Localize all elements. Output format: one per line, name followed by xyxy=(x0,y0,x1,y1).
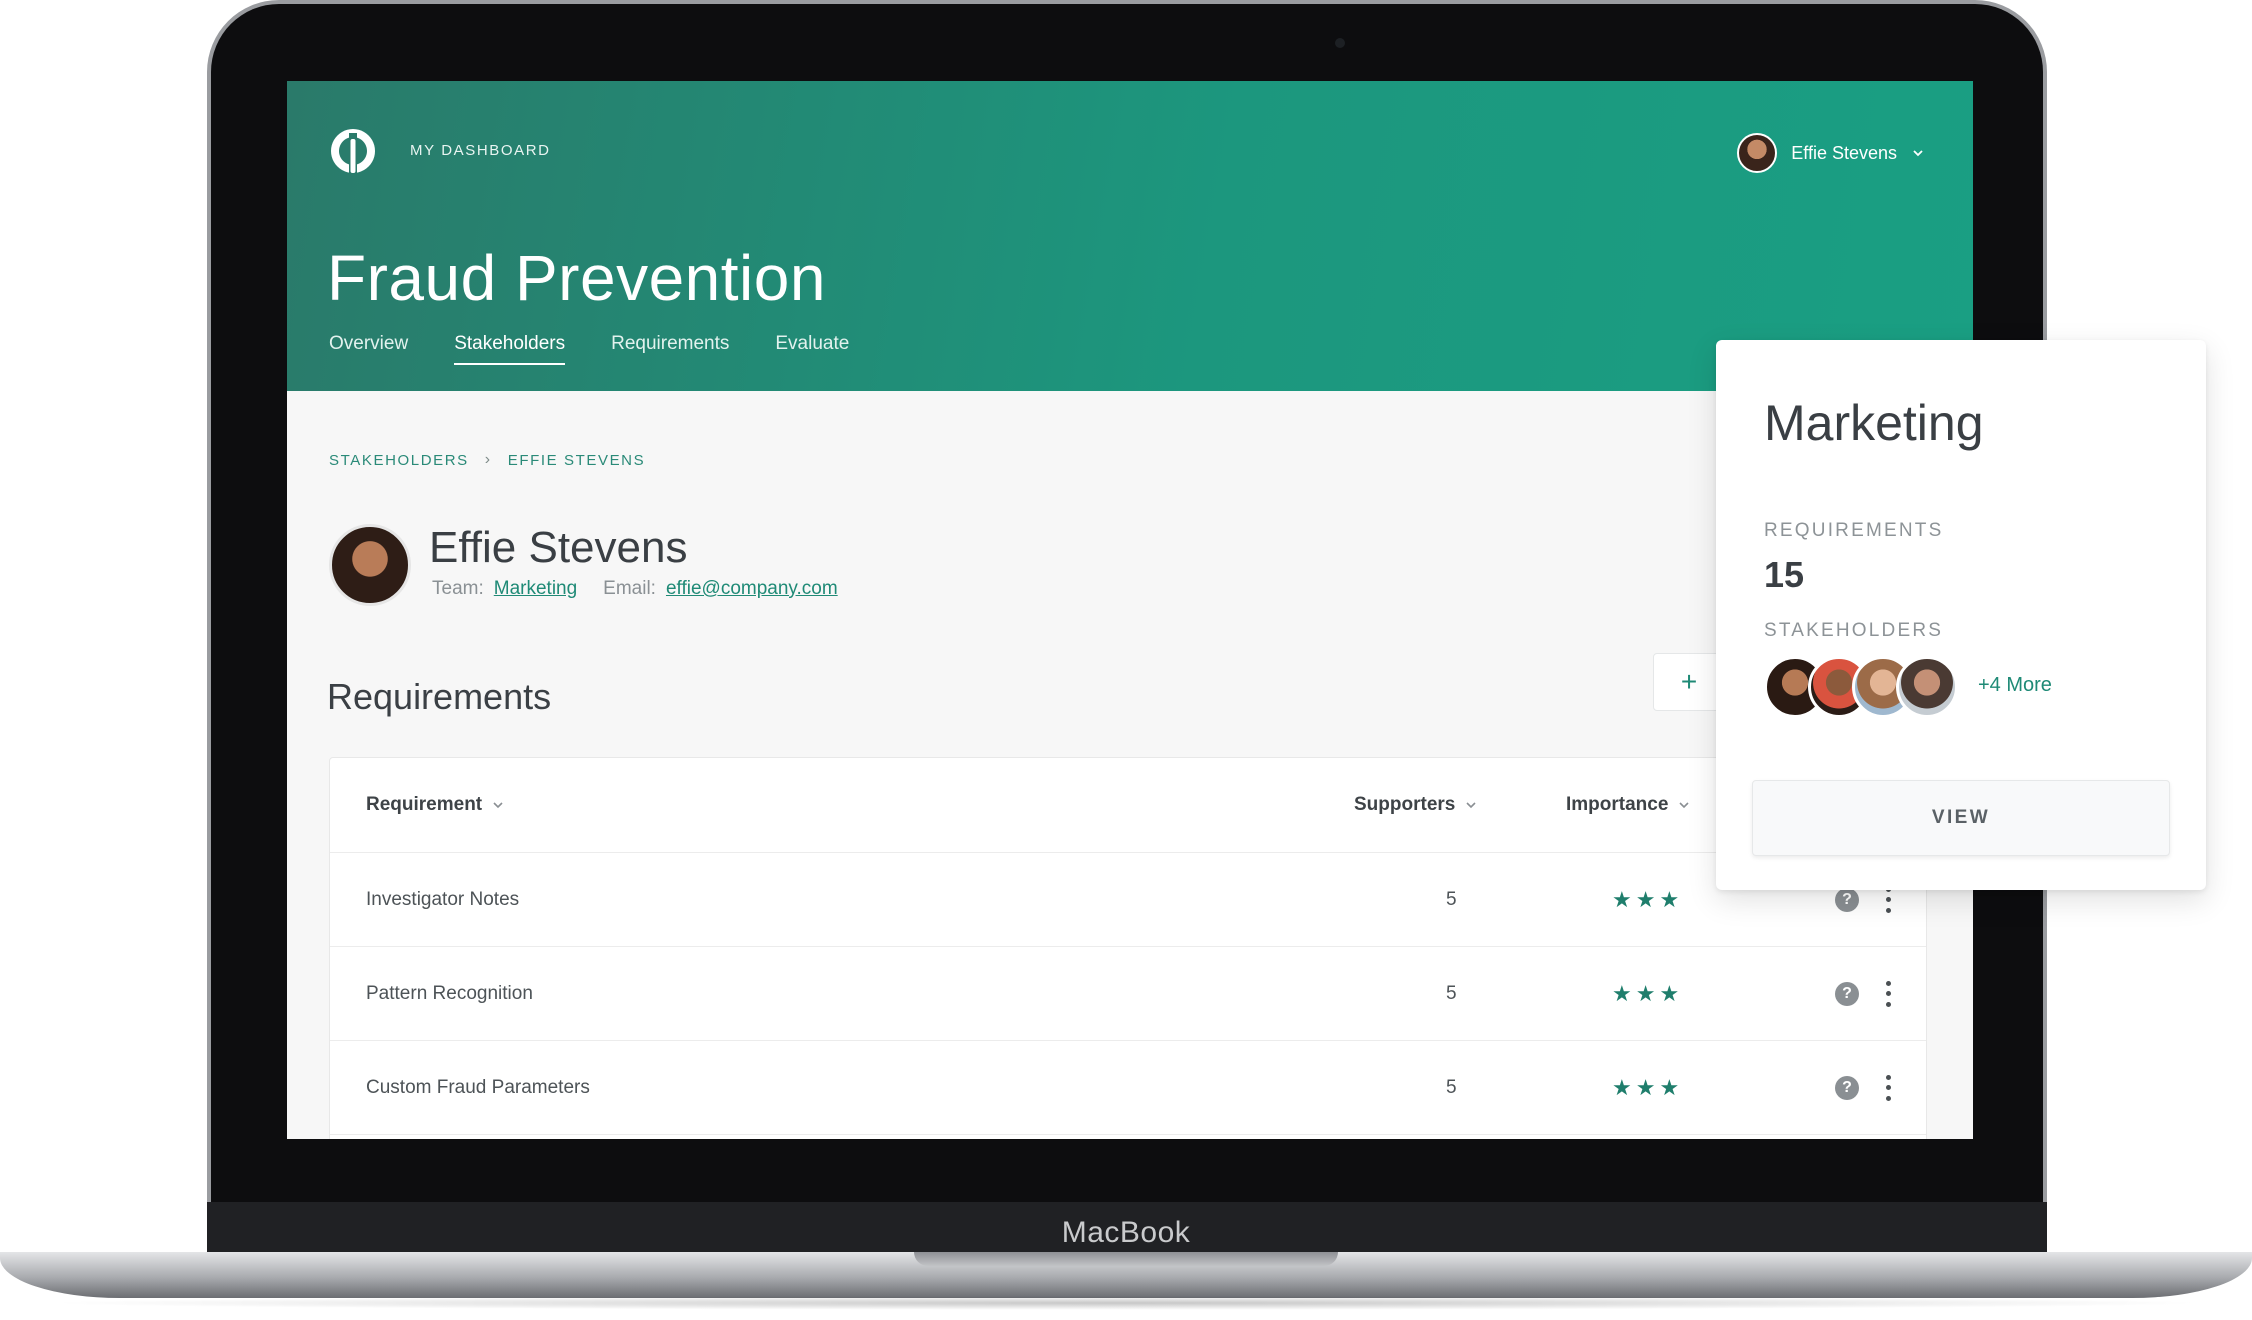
user-name: Effie Stevens xyxy=(1791,142,1897,163)
avatar xyxy=(1896,656,1958,718)
more-stakeholders-link[interactable]: +4 More xyxy=(1978,674,2052,697)
email-link[interactable]: effie@company.com xyxy=(666,578,838,600)
chevron-down-icon xyxy=(493,802,503,809)
camera-icon xyxy=(1335,38,1345,48)
laptop-notch xyxy=(914,1252,1338,1266)
sort-supporters[interactable]: Supporters xyxy=(1354,794,1477,816)
column-supporters: Supporters xyxy=(1354,794,1456,815)
stakeholder-name: Effie Stevens xyxy=(429,523,688,572)
table-row[interactable]: Custom Fraud Parameters 5 ★★★ ? xyxy=(330,1041,1926,1135)
importance-stars: ★★★ xyxy=(1612,1074,1684,1100)
importance-stars: ★★★ xyxy=(1612,886,1684,912)
team-card-title: Marketing xyxy=(1764,395,1984,451)
tab-bar: Overview Stakeholders Requirements Evalu… xyxy=(329,333,849,365)
stakeholders-label: STAKEHOLDERS xyxy=(1764,620,1944,641)
avatar xyxy=(329,524,411,606)
team-card: Marketing REQUIREMENTS 15 STAKEHOLDERS +… xyxy=(1716,340,2206,890)
table-header: Requirement Supporters Importance xyxy=(330,758,1926,853)
requirement-name: Custom Fraud Parameters xyxy=(366,1076,590,1098)
column-requirement: Requirement xyxy=(366,794,483,815)
view-button[interactable]: VIEW xyxy=(1752,780,2170,856)
more-options-icon[interactable] xyxy=(1884,1074,1892,1101)
breadcrumb-stakeholders[interactable]: STAKEHOLDERS xyxy=(329,452,469,469)
more-options-icon[interactable] xyxy=(1884,886,1892,913)
add-requirement-button[interactable]: + xyxy=(1653,653,1725,711)
stakeholder-meta: Team: Marketing Email: effie@company.com xyxy=(432,578,838,600)
chevron-down-icon xyxy=(1913,150,1923,157)
sort-requirement[interactable]: Requirement xyxy=(366,794,504,816)
laptop-shadow xyxy=(40,1296,2212,1310)
help-icon[interactable]: ? xyxy=(1835,887,1859,912)
team-link[interactable]: Marketing xyxy=(494,578,577,600)
supporters-count: 5 xyxy=(1446,1076,1457,1098)
page-title: Fraud Prevention xyxy=(327,242,826,314)
my-dashboard-link[interactable]: MY DASHBOARD xyxy=(410,142,551,159)
avatar xyxy=(1737,133,1778,173)
team-label: Team: xyxy=(432,578,484,599)
user-menu[interactable]: Effie Stevens xyxy=(1737,131,1925,175)
supporters-count: 5 xyxy=(1446,888,1457,910)
supporters-count: 5 xyxy=(1446,982,1457,1004)
requirement-name: Pattern Recognition xyxy=(366,982,533,1004)
requirements-heading: Requirements xyxy=(327,676,552,717)
table-row[interactable]: Pattern Recognition 5 ★★★ ? xyxy=(330,947,1926,1041)
table-row[interactable]: Investigator Notes 5 ★★★ ? xyxy=(330,853,1926,947)
stakeholder-avatars[interactable] xyxy=(1764,656,1958,718)
requirements-count: 15 xyxy=(1764,554,1805,595)
chevron-right-icon: › xyxy=(484,451,492,468)
tab-stakeholders[interactable]: Stakeholders xyxy=(454,333,566,365)
more-options-icon[interactable] xyxy=(1884,980,1892,1007)
chevron-down-icon xyxy=(1466,802,1476,809)
tab-requirements[interactable]: Requirements xyxy=(611,333,729,365)
tab-overview[interactable]: Overview xyxy=(329,333,408,365)
importance-stars: ★★★ xyxy=(1612,980,1684,1006)
requirements-table: Requirement Supporters Importance Invest… xyxy=(329,757,1927,1139)
sort-importance[interactable]: Importance xyxy=(1566,794,1690,816)
column-importance: Importance xyxy=(1566,794,1669,815)
breadcrumb-current[interactable]: EFFIE STEVENS xyxy=(508,452,646,469)
app-logo-icon[interactable] xyxy=(327,125,379,177)
requirement-name: Investigator Notes xyxy=(366,888,520,910)
breadcrumb: STAKEHOLDERS › EFFIE STEVENS xyxy=(329,451,645,469)
email-label: Email: xyxy=(603,578,656,599)
tab-evaluate[interactable]: Evaluate xyxy=(775,333,849,365)
chevron-down-icon xyxy=(1679,802,1689,809)
requirements-label: REQUIREMENTS xyxy=(1764,520,1944,541)
help-icon[interactable]: ? xyxy=(1835,981,1859,1006)
help-icon[interactable]: ? xyxy=(1835,1075,1859,1100)
